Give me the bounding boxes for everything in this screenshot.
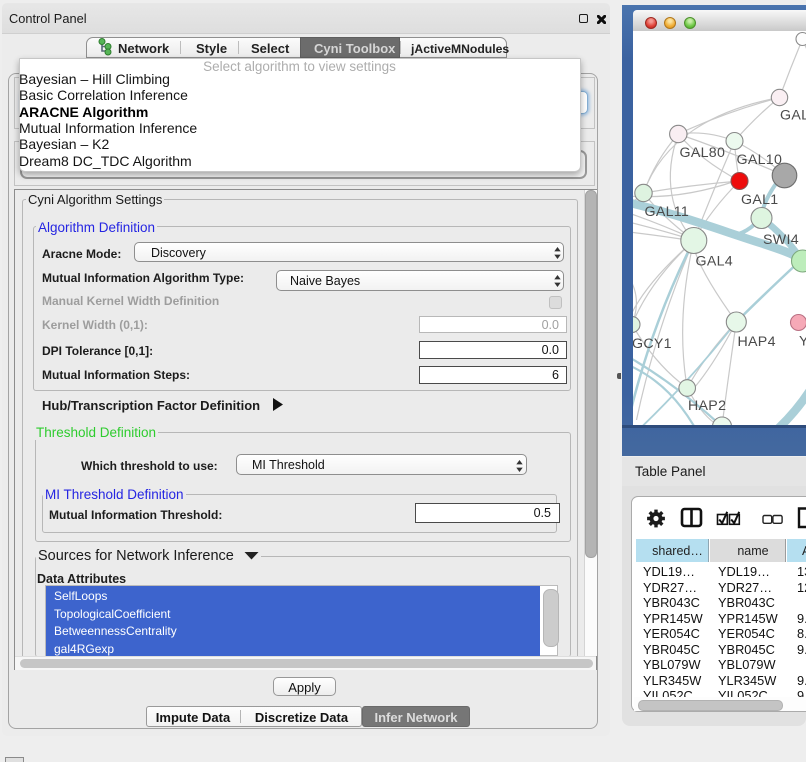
svg-text:GAL1: GAL1 bbox=[741, 192, 778, 208]
svg-text:GCY1: GCY1 bbox=[633, 336, 672, 352]
svg-text:GAL11: GAL11 bbox=[644, 204, 689, 220]
svg-text:GAL10: GAL10 bbox=[736, 152, 782, 168]
svg-text:SWI4: SWI4 bbox=[763, 232, 799, 248]
svg-text:GAL80: GAL80 bbox=[679, 145, 725, 161]
svg-text:HAP2: HAP2 bbox=[688, 398, 726, 414]
svg-text:GAL4: GAL4 bbox=[695, 254, 732, 270]
svg-text:GAL7: GAL7 bbox=[780, 108, 806, 124]
svg-text:YJ: YJ bbox=[799, 334, 806, 350]
svg-text:HAP4: HAP4 bbox=[737, 334, 775, 350]
